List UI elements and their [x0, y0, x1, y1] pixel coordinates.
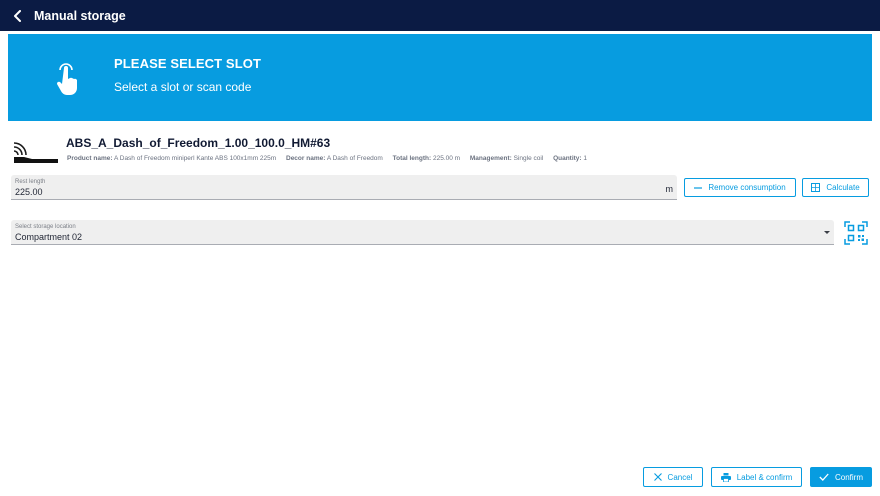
product-info: ABS_A_Dash_of_Freedom_1.00_100.0_HM#63 P…	[12, 136, 872, 168]
calculator-icon	[811, 183, 821, 192]
detail-value-quantity: 1	[583, 155, 588, 162]
detail-label-quantity: Quantity:	[553, 155, 582, 162]
edge-coil-icon	[13, 142, 58, 163]
top-bar: Manual storage	[0, 0, 880, 31]
rest-length-label: Rest length	[15, 179, 46, 185]
label-confirm-label: Label & confirm	[736, 472, 793, 482]
banner-subheading: Select a slot or scan code	[114, 80, 252, 94]
page-title: Manual storage	[34, 8, 126, 23]
tap-hand-icon	[56, 63, 77, 95]
dropdown-arrow-icon	[824, 231, 830, 234]
product-name: ABS_A_Dash_of_Freedom_1.00_100.0_HM#63	[66, 136, 331, 150]
check-icon	[819, 473, 829, 481]
qr-scan-icon[interactable]	[844, 221, 868, 245]
detail-value-total-length: 225.00 m	[432, 155, 461, 162]
remove-consumption-button[interactable]: Remove consumption	[684, 178, 796, 197]
calculate-label: Calculate	[826, 183, 860, 192]
confirm-label: Confirm	[834, 472, 863, 482]
label-confirm-button[interactable]: Label & confirm	[711, 467, 802, 487]
instruction-banner: PLEASE SELECT SLOT Select a slot or scan…	[8, 34, 872, 121]
product-details: Product name: A Dash of Freedom miniperl…	[67, 155, 587, 162]
storage-location-value: Compartment 02	[15, 232, 83, 242]
detail-label-decor-name: Decor name:	[286, 155, 326, 162]
remove-consumption-label: Remove consumption	[708, 183, 786, 192]
rest-length-field[interactable]: Rest length 225.00 m	[11, 175, 677, 200]
cancel-button[interactable]: Cancel	[643, 467, 703, 487]
back-button[interactable]	[0, 0, 34, 31]
rest-length-unit: m	[665, 184, 674, 194]
close-icon	[653, 473, 662, 481]
rest-length-value: 225.00	[15, 187, 43, 197]
calculate-button[interactable]: Calculate	[802, 178, 869, 197]
chevron-left-icon	[14, 9, 21, 22]
minus-icon	[694, 186, 703, 189]
printer-icon	[720, 472, 731, 482]
detail-value-decor-name: A Dash of Freedom	[326, 155, 383, 162]
detail-label-product-name: Product name:	[67, 155, 113, 162]
detail-value-management: Single coil	[513, 155, 544, 162]
detail-value-product-name: A Dash of Freedom miniperl Kante ABS 100…	[113, 155, 277, 162]
storage-location-label: Select storage location	[15, 224, 76, 230]
detail-label-total-length: Total length:	[392, 155, 432, 162]
cancel-label: Cancel	[667, 472, 693, 482]
detail-label-management: Management:	[469, 155, 512, 162]
banner-heading: PLEASE SELECT SLOT	[114, 56, 261, 71]
confirm-button[interactable]: Confirm	[810, 467, 872, 487]
storage-location-select[interactable]: Select storage location Compartment 02	[11, 220, 834, 245]
